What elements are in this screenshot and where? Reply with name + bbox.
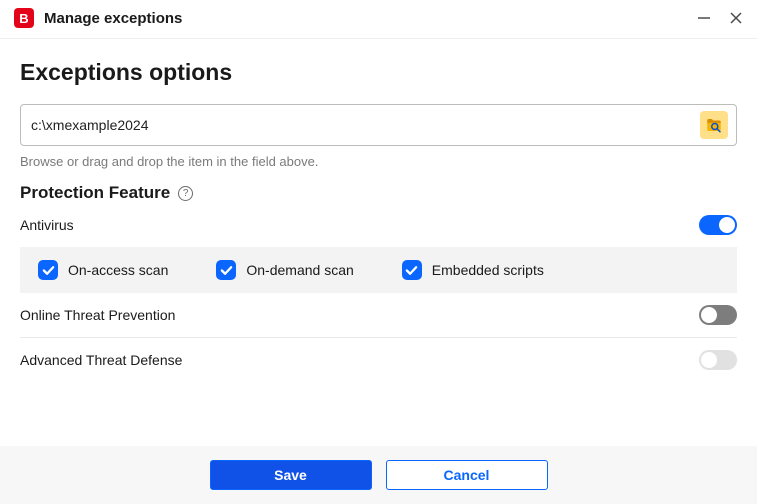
toggle-antivirus[interactable] [699,215,737,235]
cancel-button[interactable]: Cancel [386,460,548,490]
toggle-online-threat[interactable] [699,305,737,325]
toggle-advanced-threat[interactable] [699,350,737,370]
page-title: Exceptions options [20,59,737,86]
browse-button[interactable] [700,111,728,139]
checkbox-on-demand-scan[interactable]: On-demand scan [216,260,353,280]
checkbox-embedded-scripts[interactable]: Embedded scripts [402,260,544,280]
checkbox-on-access-scan[interactable]: On-access scan [38,260,168,280]
feature-label: Advanced Threat Defense [20,352,182,368]
protection-section-label: Protection Feature [20,183,170,203]
path-input[interactable] [31,117,700,133]
close-button[interactable] [729,11,743,25]
minimize-button[interactable] [697,11,711,25]
check-icon [216,260,236,280]
app-icon: B [14,8,34,28]
protection-section-head: Protection Feature ? [20,183,737,203]
feature-row-online-threat: Online Threat Prevention [20,293,737,338]
footer: Save Cancel [0,446,757,504]
feature-row-antivirus: Antivirus [20,203,737,247]
checkbox-label: Embedded scripts [432,262,544,278]
feature-label: Online Threat Prevention [20,307,175,323]
feature-label: Antivirus [20,217,74,233]
path-hint: Browse or drag and drop the item in the … [20,154,737,169]
titlebar: B Manage exceptions [0,0,757,39]
save-button[interactable]: Save [210,460,372,490]
folder-search-icon [705,116,723,134]
feature-row-advanced-threat: Advanced Threat Defense [20,338,737,382]
checkbox-label: On-access scan [68,262,168,278]
checkbox-label: On-demand scan [246,262,353,278]
check-icon [402,260,422,280]
window-title: Manage exceptions [44,10,697,27]
check-icon [38,260,58,280]
path-field-row [20,104,737,146]
antivirus-suboptions: On-access scan On-demand scan Embedded s… [20,247,737,293]
help-icon[interactable]: ? [178,186,193,201]
